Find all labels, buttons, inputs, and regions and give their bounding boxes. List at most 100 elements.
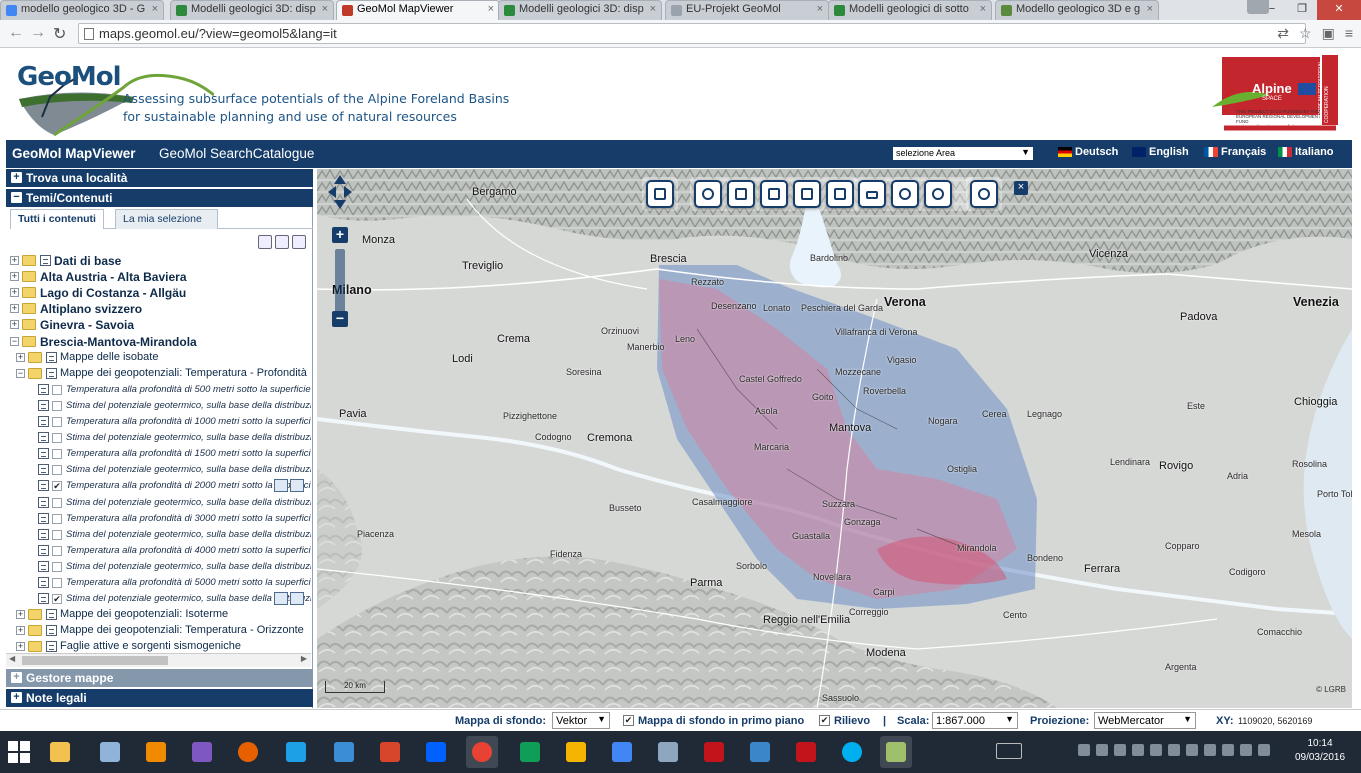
layer-item[interactable]: Stima del potenziale geotermico, sulla b… <box>6 462 311 478</box>
previous-view-icon[interactable] <box>760 180 788 208</box>
find-location-header[interactable]: + Trova una località <box>6 169 313 187</box>
tree-folder[interactable]: + Faglie attive e sorgenti sismogeniche <box>6 639 311 653</box>
expand-icon[interactable]: + <box>16 610 25 620</box>
layer-item[interactable]: Temperatura alla profondità di 1000 metr… <box>6 414 311 430</box>
layer-item[interactable]: Stima del potenziale geotermico, sulla b… <box>6 527 311 543</box>
legend-icon[interactable] <box>274 479 288 493</box>
acrobat-icon[interactable] <box>698 736 730 768</box>
map-canvas[interactable]: Bergamo Monza Milano Brescia Verona Vicenza Ve… <box>317 169 1352 708</box>
pan-tool-icon[interactable] <box>694 180 722 208</box>
dropbox-icon[interactable] <box>420 736 452 768</box>
layer-checkbox[interactable]: ✔ <box>52 594 62 605</box>
language-gb[interactable]: English <box>1132 146 1189 158</box>
forward-icon[interactable]: → <box>30 24 46 42</box>
refresh-icon[interactable] <box>275 235 289 249</box>
star-icon[interactable]: ☆ <box>1299 25 1312 42</box>
expand-icon[interactable]: + <box>16 352 25 362</box>
relief-checkbox[interactable]: ✔ <box>819 715 830 726</box>
expand-icon[interactable]: + <box>10 320 19 330</box>
expand-icon[interactable]: + <box>10 304 19 314</box>
scale-select[interactable]: 1:867.000 ▼ <box>932 712 1018 729</box>
tab-all-contents[interactable]: Tutti i contenuti <box>10 209 104 229</box>
minimize-icon[interactable]: − <box>1257 0 1287 20</box>
language-de[interactable]: Deutsch <box>1058 146 1118 158</box>
language-it[interactable]: Italiano <box>1278 146 1334 158</box>
address-bar[interactable]: maps.geomol.eu/?view=geomol5&lang=it <box>78 23 1306 44</box>
layer-checkbox[interactable] <box>52 529 62 540</box>
collapse-icon[interactable]: − <box>16 368 25 378</box>
tree-folder[interactable]: + Mappe dei geopotenziali: Isoterme <box>6 607 311 623</box>
draw-tool-icon[interactable] <box>793 180 821 208</box>
drive-icon[interactable] <box>1078 744 1090 756</box>
app-icon[interactable] <box>186 736 218 768</box>
legend-icon[interactable] <box>274 592 288 606</box>
layer-item[interactable]: Stima del potenziale geotermico, sulla b… <box>6 559 311 575</box>
layer-checkbox[interactable] <box>52 545 62 556</box>
system-clock[interactable]: 10:14 09/03/2016 <box>1290 737 1350 765</box>
expand-icon[interactable]: + <box>16 626 25 636</box>
browser-tab[interactable]: Modelli geologici 3D: disp × <box>498 0 662 20</box>
layer-info-icon[interactable] <box>290 592 304 606</box>
zoom-in-button[interactable]: + <box>332 227 348 243</box>
tree-folder[interactable]: + Dati di base <box>6 253 311 269</box>
scroll-left-icon[interactable]: ◀ <box>9 654 15 663</box>
layer-item[interactable]: Stima del potenziale geotermico, sulla b… <box>6 430 311 446</box>
tree-folder[interactable]: + Lago di Costanza - Allgäu <box>6 285 311 301</box>
maximize-icon[interactable]: ❐ <box>1287 0 1317 20</box>
browser-tab[interactable]: GeoMol MapViewer × <box>336 0 500 20</box>
signal-icon[interactable] <box>1204 744 1216 756</box>
expand-icon[interactable]: + <box>10 256 19 265</box>
windows-icon[interactable] <box>1114 744 1126 756</box>
expand-all-icon[interactable] <box>292 235 306 249</box>
layer-checkbox[interactable] <box>52 400 62 411</box>
bg-map-select[interactable]: Vektor ▼ <box>552 712 610 729</box>
layer-checkbox[interactable] <box>52 497 62 508</box>
calc-icon[interactable] <box>880 736 912 768</box>
browser-tab[interactable]: modello geologico 3D - G × <box>0 0 164 20</box>
layer-checkbox[interactable] <box>52 449 62 460</box>
layer-item[interactable]: Stima del potenziale geotermico, sulla b… <box>6 495 311 511</box>
expand-icon[interactable]: + <box>10 288 19 298</box>
computer-icon[interactable] <box>652 736 684 768</box>
pdf-icon[interactable] <box>790 736 822 768</box>
layer-item[interactable]: ✔ Temperatura alla profondità di 2000 met… <box>6 478 311 494</box>
update-icon[interactable] <box>744 736 776 768</box>
tab-close-icon[interactable]: × <box>650 3 656 15</box>
tab-close-icon[interactable]: × <box>322 3 328 15</box>
layer-checkbox[interactable] <box>52 384 62 395</box>
browser-tab[interactable]: EU-Projekt GeoMol × <box>665 0 829 20</box>
zoom-slider[interactable] <box>335 249 345 313</box>
collapse-all-icon[interactable] <box>258 235 272 249</box>
network-share-icon[interactable] <box>1096 744 1108 756</box>
slides-icon[interactable] <box>560 736 592 768</box>
expand-icon[interactable]: + <box>16 642 25 652</box>
refresh-map-icon[interactable] <box>970 180 998 208</box>
close-toolbar-icon[interactable]: × <box>1014 181 1028 195</box>
docs-icon[interactable] <box>606 736 638 768</box>
measure-tool-icon[interactable] <box>826 180 854 208</box>
legal-notes-header[interactable]: + Note legali <box>6 689 313 707</box>
chrome-icon[interactable] <box>466 736 498 768</box>
layer-checkbox[interactable] <box>52 433 62 444</box>
tree-folder[interactable]: + Mappe dei geopotenziali: Temperatura - … <box>6 623 311 639</box>
scroll-thumb[interactable] <box>22 656 168 665</box>
projection-select[interactable]: WebMercator ▼ <box>1094 712 1196 729</box>
tree-folder[interactable]: − Mappe dei geopotenziali: Temperatura - … <box>6 366 311 382</box>
tree-folder[interactable]: + Alta Austria - Alta Baviera <box>6 269 311 285</box>
firefox-icon[interactable] <box>232 736 264 768</box>
tab-my-selection[interactable]: La mia selezione <box>115 209 218 229</box>
layer-checkbox[interactable] <box>52 561 62 572</box>
browser-tab[interactable]: Modelli geologici 3D: disp × <box>170 0 334 20</box>
layer-info-icon[interactable] <box>290 479 304 493</box>
print-icon[interactable] <box>858 180 886 208</box>
layer-item[interactable]: Stima del potenziale geotermico, sulla b… <box>6 398 311 414</box>
layer-checkbox[interactable]: ✔ <box>52 481 62 492</box>
layer-checkbox[interactable] <box>52 465 62 476</box>
cloud-icon[interactable] <box>1150 744 1162 756</box>
usb-icon[interactable] <box>1186 744 1198 756</box>
expand-icon[interactable]: + <box>10 272 19 282</box>
flag-icon[interactable] <box>1222 744 1234 756</box>
zoom-out-button[interactable]: − <box>332 311 348 327</box>
search-catalogue-link[interactable]: GeoMol SearchCatalogue <box>159 146 314 161</box>
layer-item[interactable]: Temperatura alla profondità di 500 metri… <box>6 382 311 398</box>
